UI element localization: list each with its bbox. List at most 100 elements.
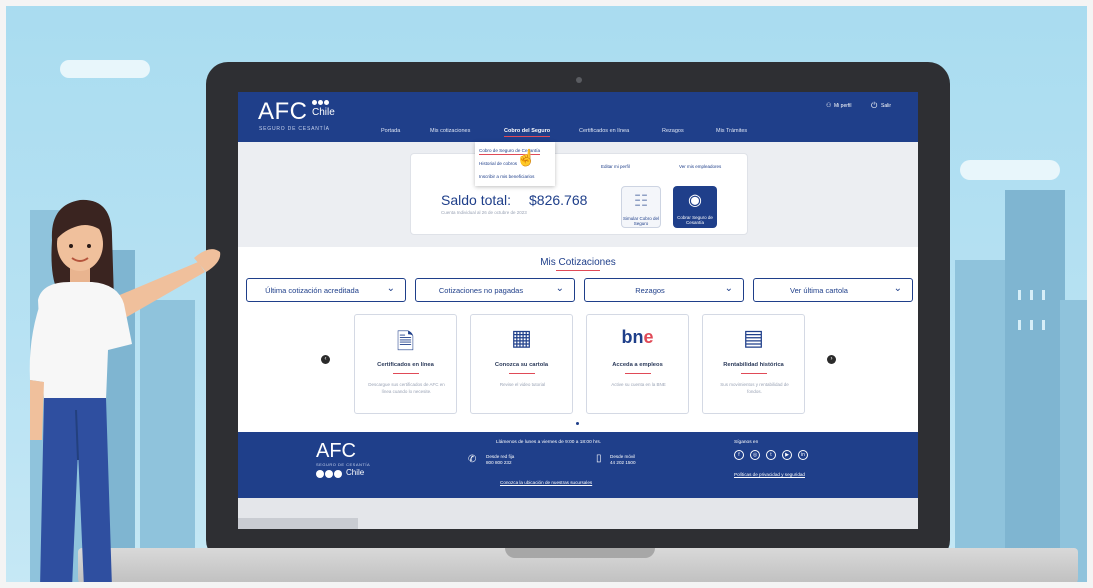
saldo-label: Saldo total: [441,192,512,208]
afc-logo[interactable]: AFC [258,98,308,126]
footer-afc-logo: AFC [316,440,356,462]
cobrar-seguro-button[interactable]: ◉ Cobrar Seguro de Cesantía [673,186,717,228]
footer-movil-label: Desde móvil [610,454,636,459]
simular-cobro-button[interactable]: ☷ Simular Cobro del Seguro [621,186,661,228]
title-underline [556,270,600,271]
twitter-icon[interactable]: t [766,450,776,460]
nav-mis-cotizaciones[interactable]: Mis cotizaciones [430,128,470,134]
tile-title: Conozca su cartola [494,362,549,368]
nav-mis-tramites[interactable]: Mis Trámites [716,128,747,134]
tile-certificados[interactable]: 🗎 Certificados en línea Descargue sus ce… [354,314,457,414]
cloud [960,160,1060,180]
tile-underline [393,373,419,374]
footer-fijo-number[interactable]: 800 800 232 [486,460,512,465]
tile-description: Descargue sus certificados de AFC en lín… [368,382,445,394]
saldo-value: $826.768 [529,192,588,208]
main-nav: Portada Mis cotizaciones Cobro del Segur… [238,128,918,142]
footer-follow-label: Síganos en [734,440,759,445]
branch-location-link[interactable]: Conozca la ubicación de nuestras sucursa… [500,480,592,485]
cobro-dropdown-menu: Cobro de Seguro de Cesantía Historial de… [475,142,555,186]
cobrar-seguro-label: Cobrar Seguro de Cesantía [677,215,713,225]
user-icon[interactable]: ⚇ [826,102,831,109]
phone-icon: ✆ [468,454,477,465]
footer-logo-chile: Chile [346,468,365,477]
background-building [1060,300,1093,588]
tile-empleos[interactable]: bne Acceda a empleos Active su cuenta en… [586,314,689,414]
building-window [1042,290,1045,300]
footer-call-text: Llámenos de lunes a viernes de 9:00 a 18… [496,440,602,445]
carousel-next-button[interactable]: › [827,355,836,364]
youtube-icon[interactable]: ▶ [782,450,792,460]
building-window [1042,320,1045,330]
nav-rezagos[interactable]: Rezagos [662,128,684,134]
tile-description: Active su cuenta en la BNE [611,382,666,387]
nav-certificados[interactable]: Certificados en línea [579,128,629,134]
logo-chile: Chile [312,107,335,118]
saldo-card: Editar mi perfil Ver mis empleadores Sal… [410,153,748,235]
select-cotizaciones-no-pagadas[interactable]: Cotizaciones no pagadas ⌄ [415,278,575,302]
select-ultima-cartola[interactable]: Ver última cartola ⌄ [753,278,913,302]
browser-screen: AFC Chile SEGURO DE CESANTÍA ⚇ Mi perfil… [238,92,918,529]
document-icon: 🗎 [396,329,415,354]
edit-profile-link[interactable]: Editar mi perfil [601,164,630,169]
bne-logo: bne [587,327,688,348]
profile-link[interactable]: Mi perfil [834,103,852,109]
calculator-icon: ☷ [633,193,649,210]
select-ultima-cotizacion[interactable]: Última cotización acreditada ⌄ [246,278,406,302]
select-rezagos[interactable]: Rezagos ⌄ [584,278,744,302]
bne-logo-accent: e [643,327,654,347]
simular-cobro-label: Simular Cobro del Seguro [622,216,659,226]
facebook-icon[interactable]: f [734,450,744,460]
building-window [1018,290,1021,300]
carousel-indicator[interactable] [576,422,579,425]
building-window [1030,320,1033,330]
tile-cartola[interactable]: ▦ Conozca su cartola Revise el video tut… [470,314,573,414]
exit-link[interactable]: Salir [881,103,891,109]
site-footer: AFC SEGURO DE CESANTÍA Chile Llámenos de… [238,432,918,498]
footer-fijo-label: Desde red fija [486,454,515,459]
tile-description: Revise el video tutorial [499,382,546,387]
camera [576,77,582,83]
tile-underline [625,373,651,374]
chevron-down-icon: ⌄ [724,283,733,294]
laptop-notch [505,548,655,558]
nav-portada[interactable]: Portada [381,128,400,134]
chevron-down-icon: ⌄ [555,283,564,294]
linkedin-icon[interactable]: in [798,450,808,460]
tile-title: Certificados en línea [377,362,434,368]
footer-logo-subtitle: SEGURO DE CESANTÍA [316,462,371,467]
select-label: Última cotización acreditada [265,286,359,295]
mis-cotizaciones-title: Mis Cotizaciones [540,257,616,268]
power-icon[interactable]: ⏻ [871,101,877,111]
dropdown-item-beneficiarios[interactable]: Inscribir a mis beneficiarios [479,174,534,179]
mobile-icon: ▯ [596,453,602,464]
tile-rentabilidad[interactable]: ▤ Rentabilidad histórica Sus movimientos… [702,314,805,414]
instagram-icon[interactable]: ◎ [750,450,760,460]
see-employers-link[interactable]: Ver mis empleadores [679,164,721,169]
bne-logo-text: bn [621,327,644,347]
select-label: Cotizaciones no pagadas [438,286,524,295]
cartola-icon: ▦ [511,325,532,350]
chevron-down-icon: ⌄ [386,283,395,294]
bar-chart-icon: ▤ [743,325,764,350]
tile-underline [741,373,767,374]
building-window [1030,290,1033,300]
tile-title: Rentabilidad histórica [723,362,784,368]
tile-description: Sus movimientos y rentabilidad de fondos… [720,382,789,394]
site-header: AFC Chile SEGURO DE CESANTÍA ⚇ Mi perfil… [238,92,918,142]
presenter-illustration [29,199,221,588]
footer-logo-dots [316,470,342,478]
privacy-link[interactable]: Políticas de privacidad y seguridad [734,472,805,477]
background-building [1005,190,1065,588]
select-label: Ver última cartola [790,286,848,295]
background-building [955,260,1005,588]
tile-title: Acceda a empleos [612,362,663,368]
logo-dots [312,100,329,105]
footer-movil-number[interactable]: 44 202 1500 [610,460,636,465]
carousel-prev-button[interactable]: ‹ [321,355,330,364]
tile-underline [509,373,535,374]
building-window [1018,320,1021,330]
nav-cobro-del-seguro[interactable]: Cobro del Seguro [504,128,551,137]
dropdown-item-historial[interactable]: Historial de cobros [479,161,517,166]
select-label: Rezagos [635,286,665,295]
